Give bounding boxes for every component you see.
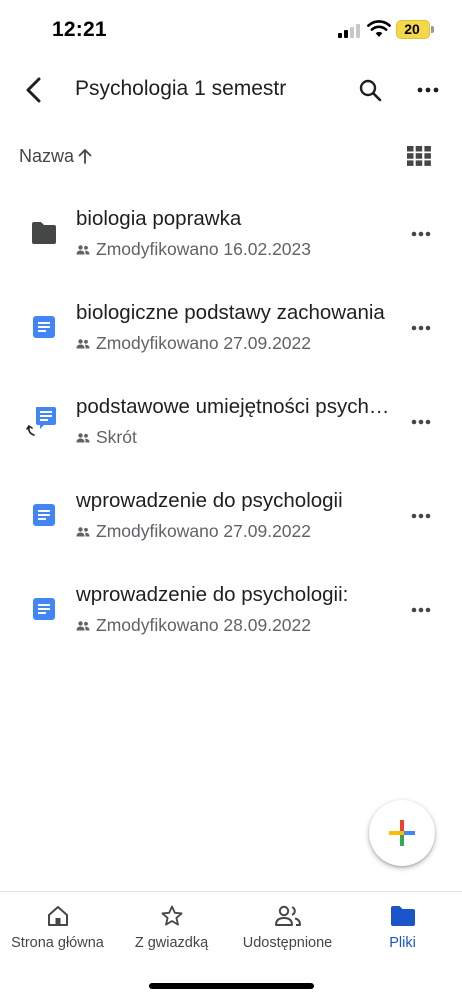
sort-by-name-button[interactable]: Nazwa [19, 144, 94, 168]
file-more-button[interactable] [404, 499, 438, 533]
grid-view-icon [407, 146, 431, 166]
app-header: Psychologia 1 semestr [0, 60, 462, 120]
battery-indicator: 20 [396, 20, 430, 39]
shared-people-icon [76, 432, 90, 442]
more-horizontal-icon [411, 419, 431, 425]
nav-home[interactable]: Strona główna [0, 902, 115, 962]
shared-people-icon [76, 244, 90, 254]
folder-icon [26, 215, 62, 251]
file-modified-date: Zmodyfikowano 27.09.2022 [96, 521, 311, 541]
google-docs-icon [26, 591, 62, 627]
back-button[interactable] [16, 72, 52, 108]
cellular-signal-icon [338, 22, 362, 38]
file-list: biologia poprawka Zmodyfikowano 16.02.20… [0, 187, 462, 657]
battery-level: 20 [404, 21, 420, 37]
more-horizontal-icon [411, 231, 431, 237]
file-name: biologiczne podstawy zachowania [76, 301, 385, 324]
more-horizontal-icon [411, 325, 431, 331]
home-icon [44, 902, 72, 930]
file-list-item[interactable]: biologiczne podstawy zachowania Zmodyfik… [0, 281, 462, 375]
shared-people-icon [76, 338, 90, 348]
shortcut-document-icon [26, 403, 62, 439]
more-horizontal-icon [411, 513, 431, 519]
more-horizontal-icon [411, 607, 431, 613]
battery-tip [431, 26, 434, 33]
arrow-up-icon [78, 149, 92, 164]
file-list-item[interactable]: wprowadzenie do psychologii: Zmodyfikowa… [0, 563, 462, 657]
shared-people-icon [76, 620, 90, 630]
file-more-button[interactable] [404, 217, 438, 251]
google-docs-icon [26, 497, 62, 533]
shared-people-icon [76, 526, 90, 536]
plus-icon [389, 820, 415, 846]
more-horizontal-icon [417, 87, 439, 93]
file-more-button[interactable] [404, 311, 438, 345]
nav-label: Udostępnione [242, 935, 333, 951]
sort-bar: Nazwa [0, 136, 462, 176]
sort-label: Nazwa [19, 145, 75, 166]
file-modified-date: Zmodyfikowano 27.09.2022 [96, 333, 311, 353]
nav-files[interactable]: Pliki [345, 902, 460, 962]
file-list-item[interactable]: wprowadzenie do psychologii Zmodyfikowan… [0, 469, 462, 563]
file-shortcut-label: Skrót [96, 427, 137, 447]
status-bar: 12:21 20 [0, 0, 462, 60]
star-icon [158, 902, 186, 930]
search-icon [359, 79, 382, 102]
nav-starred[interactable]: Z gwiazdką [114, 902, 229, 962]
file-name: wprowadzenie do psychologii: [76, 583, 349, 606]
people-icon [274, 902, 302, 930]
status-time: 12:21 [52, 18, 107, 41]
nav-label: Pliki [389, 935, 416, 951]
file-more-button[interactable] [404, 405, 438, 439]
google-docs-icon [26, 309, 62, 345]
new-item-fab[interactable] [369, 800, 435, 866]
home-indicator [149, 983, 314, 989]
search-button[interactable] [352, 72, 388, 108]
file-meta: Skrót [76, 427, 137, 448]
nav-label: Z gwiazdką [134, 935, 209, 951]
file-more-button[interactable] [404, 593, 438, 627]
file-name: biologia poprawka [76, 207, 242, 230]
file-meta: Zmodyfikowano 27.09.2022 [76, 521, 311, 542]
page-title: Psychologia 1 semestr [75, 77, 287, 100]
more-options-button[interactable] [410, 72, 446, 108]
nav-label: Strona główna [11, 935, 104, 951]
file-list-item[interactable]: podstawowe umiejętności psychologa Skrót [0, 375, 462, 469]
file-meta: Zmodyfikowano 28.09.2022 [76, 615, 311, 636]
wifi-icon [367, 20, 391, 38]
nav-shared[interactable]: Udostępnione [230, 902, 345, 962]
file-list-item[interactable]: biologia poprawka Zmodyfikowano 16.02.20… [0, 187, 462, 281]
file-meta: Zmodyfikowano 16.02.2023 [76, 239, 311, 260]
file-modified-date: Zmodyfikowano 28.09.2022 [96, 615, 311, 635]
file-meta: Zmodyfikowano 27.09.2022 [76, 333, 311, 354]
grid-view-button[interactable] [404, 142, 434, 170]
file-name: podstawowe umiejętności psychologa [76, 395, 396, 418]
file-modified-date: Zmodyfikowano 16.02.2023 [96, 239, 311, 259]
chevron-left-icon [26, 77, 41, 103]
folder-icon [389, 902, 417, 930]
file-name: wprowadzenie do psychologii [76, 489, 343, 512]
